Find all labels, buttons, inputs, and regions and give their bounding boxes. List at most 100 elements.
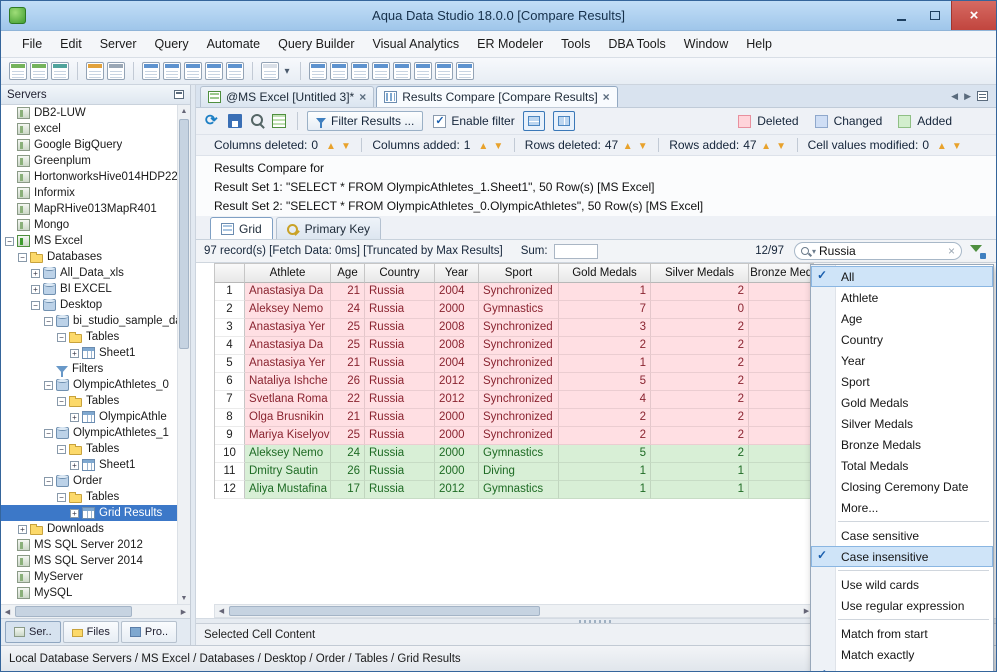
- filter-menu-item-gold-medals[interactable]: Gold Medals: [811, 392, 993, 413]
- collapse-icon[interactable]: −: [44, 380, 53, 390]
- collapse-icon[interactable]: −: [57, 396, 66, 406]
- menu-edit[interactable]: Edit: [51, 33, 91, 55]
- collapse-icon[interactable]: −: [44, 476, 53, 486]
- next-difference-icon[interactable]: [493, 138, 504, 152]
- grid-cell[interactable]: 2000: [435, 301, 479, 319]
- grid-cell[interactable]: Synchronized: [479, 427, 559, 445]
- grid-cell[interactable]: Russia: [365, 355, 435, 373]
- grid-cell[interactable]: [749, 283, 814, 301]
- grid-cell[interactable]: Russia: [365, 391, 435, 409]
- grid-cell[interactable]: 2: [651, 319, 749, 337]
- split-horizontal-toggle[interactable]: [522, 111, 545, 131]
- grid-cell[interactable]: 24: [331, 445, 365, 463]
- filter-menu-item-bronze-medals[interactable]: Bronze Medals: [811, 434, 993, 455]
- tree-item-olympicathletes-0[interactable]: − OlympicAthletes_0: [1, 377, 177, 393]
- menu-visual-analytics[interactable]: Visual Analytics: [364, 33, 469, 55]
- grid-row-11[interactable]: 11 Dmitry Sautin 26 Russia 2000 Diving 1 1: [215, 463, 814, 481]
- grid-cell[interactable]: Dmitry Sautin: [245, 463, 331, 481]
- grid-cell[interactable]: 1: [651, 481, 749, 499]
- column-header-age[interactable]: Age: [331, 263, 365, 283]
- grid-cell[interactable]: 2: [651, 427, 749, 445]
- tree-item-downloads[interactable]: + Downloads: [1, 521, 177, 537]
- grid-cell[interactable]: Synchronized: [479, 391, 559, 409]
- grid-cell[interactable]: 1: [559, 463, 651, 481]
- filter-menu-item-case-sensitive[interactable]: Case sensitive: [811, 525, 993, 546]
- grid-cell[interactable]: [749, 463, 814, 481]
- er-modeler-icon[interactable]: [205, 62, 223, 80]
- grid-cell[interactable]: Russia: [365, 337, 435, 355]
- menu-window[interactable]: Window: [675, 33, 737, 55]
- filter-menu-item-more[interactable]: More...: [811, 497, 993, 518]
- grid-cell[interactable]: 2012: [435, 481, 479, 499]
- next-difference-icon[interactable]: [340, 138, 351, 152]
- grid-cell[interactable]: Russia: [365, 481, 435, 499]
- scroll-up-icon[interactable]: [178, 105, 190, 117]
- collapse-icon[interactable]: −: [44, 316, 53, 326]
- grid-cell[interactable]: Mariya Kiselyov: [245, 427, 331, 445]
- grid-cell[interactable]: 2: [559, 427, 651, 445]
- scroll-right-icon[interactable]: [177, 605, 190, 618]
- title-bar[interactable]: Aqua Data Studio 18.0.0 [Compare Results…: [1, 1, 996, 31]
- horizontal-scrollbar-thumb[interactable]: [229, 606, 540, 616]
- close-tab-icon[interactable]: [603, 90, 610, 104]
- grid-cell[interactable]: [749, 409, 814, 427]
- filter-menu-item-match-exactly[interactable]: Match exactly: [811, 644, 993, 665]
- grid-cell[interactable]: Nataliya Ishche: [245, 373, 331, 391]
- export-results-icon[interactable]: [270, 112, 288, 130]
- refresh-icon[interactable]: [204, 111, 222, 130]
- save-results-icon[interactable]: [226, 112, 244, 130]
- tree-item-sheet1[interactable]: + Sheet1: [1, 457, 177, 473]
- grid-cell[interactable]: Diving: [479, 463, 559, 481]
- grid-cell[interactable]: 25: [331, 319, 365, 337]
- filter-menu-item-athlete[interactable]: Athlete: [811, 287, 993, 308]
- close-tab-icon[interactable]: [359, 90, 366, 104]
- grid-row-4[interactable]: 4 Anastasiya Da 25 Russia 2008 Synchronized 2 2: [215, 337, 814, 355]
- collapse-icon[interactable]: −: [18, 252, 27, 262]
- grid-cell[interactable]: 17: [331, 481, 365, 499]
- tree-item-grid-results[interactable]: + Grid Results: [1, 505, 177, 521]
- expand-icon[interactable]: +: [70, 460, 79, 470]
- grid-cell[interactable]: 2000: [435, 409, 479, 427]
- grid-cell[interactable]: Aleksey Nemo: [245, 445, 331, 463]
- tree-item-maprhive013mapr401[interactable]: MapRHive013MapR401: [1, 201, 177, 217]
- next-tab-icon[interactable]: ▶: [964, 91, 971, 102]
- previous-difference-icon[interactable]: [936, 138, 947, 152]
- expand-icon[interactable]: +: [31, 268, 40, 278]
- grid-row-12[interactable]: 12 Aliya Mustafina 17 Russia 2012 Gymnastics 1…: [215, 481, 814, 499]
- filter-menu-item-total-medals[interactable]: Total Medals: [811, 455, 993, 476]
- grid-cell[interactable]: 1: [559, 481, 651, 499]
- text-view-icon[interactable]: [414, 62, 432, 80]
- collapse-icon[interactable]: −: [57, 444, 66, 454]
- enable-filter-checkbox[interactable]: Enable filter: [433, 114, 515, 128]
- query-analyzer-icon[interactable]: [142, 62, 160, 80]
- filter-menu-item-use-wild-cards[interactable]: Use wild cards: [811, 574, 993, 595]
- tree-item-olympicathle[interactable]: + OlympicAthle: [1, 409, 177, 425]
- tree-item-ms-sql-server-2012[interactable]: MS SQL Server 2012: [1, 537, 177, 553]
- grid-cell[interactable]: 25: [331, 427, 365, 445]
- tree-item-databases[interactable]: − Databases: [1, 249, 177, 265]
- tree-item-ms-excel[interactable]: − MS Excel: [1, 233, 177, 249]
- query-builder-icon[interactable]: [163, 62, 181, 80]
- connect-server-icon[interactable]: [51, 62, 69, 80]
- filter-menu-item-age[interactable]: Age: [811, 308, 993, 329]
- grid-cell[interactable]: 2: [651, 337, 749, 355]
- grid-cell[interactable]: 5: [559, 445, 651, 463]
- grid-columns-icon[interactable]: [330, 62, 348, 80]
- grid-cell[interactable]: 26: [331, 373, 365, 391]
- pivot-view-icon[interactable]: [435, 62, 453, 80]
- tree-item-excel[interactable]: excel: [1, 121, 177, 137]
- grid-cell[interactable]: Synchronized: [479, 355, 559, 373]
- edit-table-data-icon[interactable]: [184, 62, 202, 80]
- tree-item-bi-studio-sample-da[interactable]: − bi_studio_sample_da: [1, 313, 177, 329]
- filter-menu-item-case-insensitive[interactable]: Case insensitive: [811, 546, 993, 567]
- grid-cell[interactable]: Russia: [365, 409, 435, 427]
- grid-cell[interactable]: [749, 319, 814, 337]
- tree-item-ms-sql-server-2014[interactable]: MS SQL Server 2014: [1, 553, 177, 569]
- grid-row-8[interactable]: 8 Olga Brusnikin 21 Russia 2000 Synchronized 2…: [215, 409, 814, 427]
- filter-results-button[interactable]: Filter Results ...: [307, 111, 424, 131]
- scroll-down-icon[interactable]: [178, 592, 190, 604]
- menu-tools[interactable]: Tools: [552, 33, 599, 55]
- grid-row-9[interactable]: 9 Mariya Kiselyov 25 Russia 2000 Synchronized…: [215, 427, 814, 445]
- grid-cell[interactable]: 21: [331, 409, 365, 427]
- grid-all-icon[interactable]: [372, 62, 390, 80]
